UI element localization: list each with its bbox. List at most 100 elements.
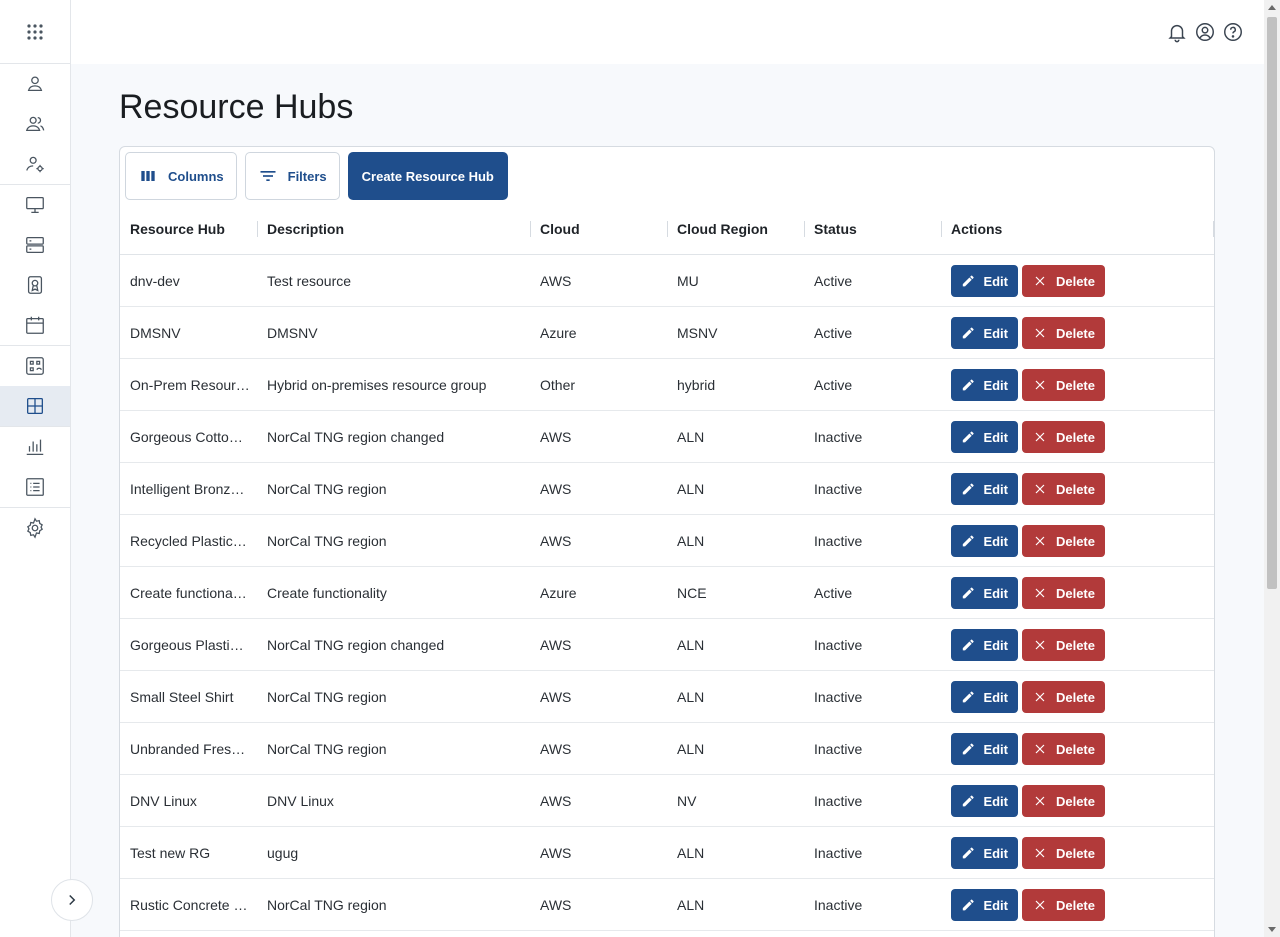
table-row[interactable]: Unbranded Fres… NorCal TNG region AWS AL… bbox=[120, 723, 1214, 775]
sidebar-item-resource-link[interactable] bbox=[0, 346, 70, 386]
edit-button[interactable]: Edit bbox=[951, 421, 1018, 453]
cell-cloud: AWS bbox=[540, 793, 572, 809]
filters-button[interactable]: Filters bbox=[244, 152, 340, 200]
edit-button[interactable]: Edit bbox=[951, 837, 1018, 869]
table-row[interactable]: dnv-dev Test resource AWS MU Active Edit… bbox=[120, 255, 1214, 307]
delete-button[interactable]: Delete bbox=[1022, 733, 1105, 765]
edit-button[interactable]: Edit bbox=[951, 785, 1018, 817]
delete-button[interactable]: Delete bbox=[1022, 265, 1105, 297]
edit-button[interactable]: Edit bbox=[951, 577, 1018, 609]
delete-button[interactable]: Delete bbox=[1022, 421, 1105, 453]
delete-button[interactable]: Delete bbox=[1022, 317, 1105, 349]
sidebar-group-settings bbox=[0, 508, 70, 548]
table-row[interactable]: Gorgeous Cotto… NorCal TNG region change… bbox=[120, 411, 1214, 463]
sidebar-item-users[interactable] bbox=[0, 104, 70, 144]
column-header-resource-hub[interactable]: Resource Hub bbox=[130, 203, 248, 255]
apps-grid-icon[interactable] bbox=[26, 23, 44, 41]
table-row[interactable]: Test new RG ugug AWS ALN Inactive Edit D… bbox=[120, 827, 1214, 879]
page-scrollbar[interactable] bbox=[1264, 0, 1280, 937]
sidebar-item-badge[interactable] bbox=[0, 265, 70, 305]
create-resource-hub-button[interactable]: Create Resource Hub bbox=[347, 152, 508, 200]
column-separator[interactable] bbox=[530, 221, 531, 237]
delete-button[interactable]: Delete bbox=[1022, 889, 1105, 921]
column-separator[interactable] bbox=[1213, 221, 1214, 237]
topbar-actions bbox=[1166, 20, 1244, 44]
edit-button[interactable]: Edit bbox=[951, 681, 1018, 713]
column-separator[interactable] bbox=[667, 221, 668, 237]
delete-button[interactable]: Delete bbox=[1022, 837, 1105, 869]
sidebar-item-calendar[interactable] bbox=[0, 305, 70, 345]
sidebar-expand-button[interactable] bbox=[51, 879, 93, 921]
cell-cloud: AWS bbox=[540, 429, 572, 445]
pencil-icon bbox=[962, 795, 974, 807]
cell-description: NorCal TNG region bbox=[267, 533, 387, 549]
scroll-thumb[interactable] bbox=[1267, 17, 1277, 589]
help-icon[interactable] bbox=[1222, 20, 1244, 44]
delete-button[interactable]: Delete bbox=[1022, 369, 1105, 401]
edit-button[interactable]: Edit bbox=[951, 473, 1018, 505]
cell-resource-hub: Test new RG bbox=[130, 845, 211, 861]
table-row[interactable]: Small Steel Shirt NorCal TNG region AWS … bbox=[120, 671, 1214, 723]
cell-resource-hub: Gorgeous Cotto… bbox=[130, 429, 243, 445]
edit-button[interactable]: Edit bbox=[951, 369, 1018, 401]
table-row[interactable]: DNV Linux DNV Linux AWS NV Inactive Edit… bbox=[120, 775, 1214, 827]
columns-button[interactable]: Columns bbox=[125, 152, 237, 200]
edit-button[interactable]: Edit bbox=[951, 525, 1018, 557]
column-header-cloud[interactable]: Cloud bbox=[540, 203, 660, 255]
sidebar-item-settings[interactable] bbox=[0, 508, 70, 548]
column-header-description[interactable]: Description bbox=[267, 203, 527, 255]
pencil-icon bbox=[962, 587, 974, 599]
delete-button[interactable]: Delete bbox=[1022, 473, 1105, 505]
delete-button[interactable]: Delete bbox=[1022, 525, 1105, 557]
monitor-icon bbox=[26, 197, 44, 213]
list-icon bbox=[26, 478, 44, 496]
edit-button[interactable]: Edit bbox=[951, 889, 1018, 921]
delete-label: Delete bbox=[1055, 585, 1095, 601]
edit-button[interactable]: Edit bbox=[951, 317, 1018, 349]
table-row[interactable]: On-Prem Resour… Hybrid on-premises resou… bbox=[120, 359, 1214, 411]
scroll-down-arrow[interactable] bbox=[1268, 927, 1276, 932]
edit-button[interactable]: Edit bbox=[951, 733, 1018, 765]
cell-cloud-region: ALN bbox=[677, 689, 705, 705]
sidebar-item-list[interactable] bbox=[0, 467, 70, 507]
table-row[interactable]: DMSNV DMSNV Azure MSNV Active Edit Delet… bbox=[120, 307, 1214, 359]
edit-label: Edit bbox=[983, 585, 1008, 601]
account-icon[interactable] bbox=[1194, 20, 1216, 44]
bell-icon[interactable] bbox=[1166, 20, 1188, 44]
close-icon bbox=[1035, 796, 1045, 806]
sidebar-item-user[interactable] bbox=[0, 64, 70, 104]
scroll-up-arrow[interactable] bbox=[1268, 5, 1276, 10]
delete-label: Delete bbox=[1055, 377, 1095, 393]
sidebar-group-users bbox=[0, 64, 70, 185]
delete-label: Delete bbox=[1055, 897, 1095, 913]
delete-button[interactable]: Delete bbox=[1022, 577, 1105, 609]
sidebar-item-monitor[interactable] bbox=[0, 185, 70, 225]
edit-button[interactable]: Edit bbox=[951, 629, 1018, 661]
column-separator[interactable] bbox=[804, 221, 805, 237]
sidebar-group-infra bbox=[0, 185, 70, 346]
users-icon bbox=[25, 116, 45, 132]
table-row[interactable]: Gorgeous Plasti… NorCal TNG region chang… bbox=[120, 619, 1214, 671]
table-row[interactable]: Rustic Concrete … NorCal TNG region AWS … bbox=[120, 879, 1214, 931]
column-separator[interactable] bbox=[257, 221, 258, 237]
edit-button[interactable]: Edit bbox=[951, 265, 1018, 297]
cell-cloud-region: MU bbox=[677, 273, 699, 289]
delete-button[interactable]: Delete bbox=[1022, 681, 1105, 713]
table-row[interactable]: Recycled Plastic… NorCal TNG region AWS … bbox=[120, 515, 1214, 567]
delete-button[interactable]: Delete bbox=[1022, 629, 1105, 661]
settings-icon bbox=[27, 517, 43, 539]
delete-button[interactable]: Delete bbox=[1022, 785, 1105, 817]
table-row[interactable]: Intelligent Bronz… NorCal TNG region AWS… bbox=[120, 463, 1214, 515]
resource-link-icon bbox=[26, 357, 44, 375]
column-separator[interactable] bbox=[941, 221, 942, 237]
sidebar-item-reports[interactable] bbox=[0, 427, 70, 467]
sidebar-item-resource-hubs[interactable] bbox=[0, 386, 70, 426]
column-header-status[interactable]: Status bbox=[814, 203, 934, 255]
cell-cloud: AWS bbox=[540, 637, 572, 653]
column-header-cloud-region[interactable]: Cloud Region bbox=[677, 203, 797, 255]
sidebar-item-user-settings[interactable] bbox=[0, 144, 70, 184]
edit-label: Edit bbox=[983, 689, 1008, 705]
delete-label: Delete bbox=[1055, 325, 1095, 341]
table-row[interactable]: Create functiona… Create functionality A… bbox=[120, 567, 1214, 619]
sidebar-item-server[interactable] bbox=[0, 225, 70, 265]
